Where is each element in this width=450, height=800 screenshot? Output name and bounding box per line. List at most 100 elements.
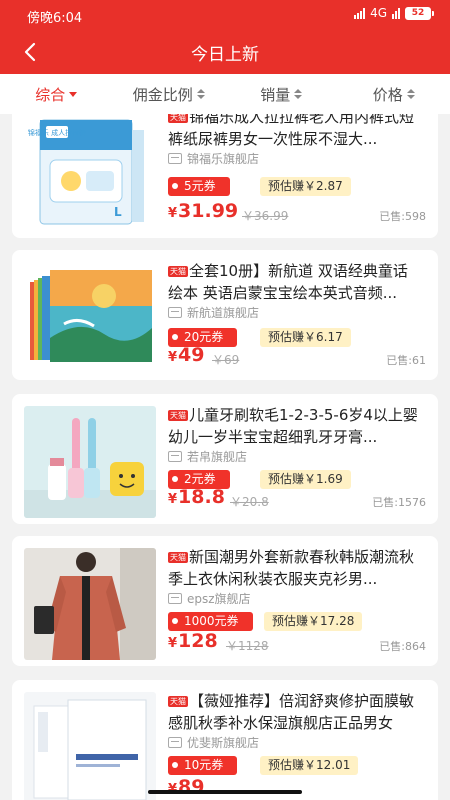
price-row: ¥128 ￥1128 已售:864 [168, 629, 426, 656]
price-value: 31.99 [178, 200, 239, 222]
diaper-pack-image: 锦福乐 成人拉拉裤 L [28, 119, 144, 225]
tmall-badge: 天猫 [168, 696, 188, 707]
product-title: 天猫 锦福乐成人拉拉裤老人用内裤式短裤纸尿裤男女一次性尿不湿大... [168, 114, 422, 150]
shop-icon [168, 593, 182, 604]
price-value: 49 [178, 344, 205, 366]
coupon-badge: 5元券 [168, 177, 230, 196]
price-row: ¥31.99 ￥36.99 已售:598 [168, 199, 426, 226]
home-indicator[interactable] [148, 790, 302, 794]
current-price: ¥89 [168, 775, 205, 800]
product-title-text: 儿童牙刷软毛1-2-3-5-6岁4以上婴幼儿一岁半宝宝超细乳牙牙膏... [168, 406, 418, 446]
tmall-badge: 天猫 [168, 552, 188, 563]
product-card[interactable]: 天猫 全套10册】新航道 双语经典童话绘本 英语启蒙宝宝绘本英式音频... 新航道… [12, 250, 438, 380]
sold-count: 已售:1576 [372, 496, 426, 509]
product-title: 天猫 儿童牙刷软毛1-2-3-5-6岁4以上婴幼儿一岁半宝宝超细乳牙牙膏... [168, 404, 422, 448]
status-icons: 4G 52 [354, 6, 434, 20]
tmall-badge: 天猫 [168, 114, 188, 123]
network-type: 4G [370, 6, 387, 20]
estimate-earn-badge: 预估赚￥12.01 [260, 756, 359, 775]
product-title-text: 全套10册】新航道 双语经典童话绘本 英语启蒙宝宝绘本英式音频... [168, 262, 408, 302]
product-card[interactable]: 天猫 儿童牙刷软毛1-2-3-5-6岁4以上婴幼儿一岁半宝宝超细乳牙牙膏... 若… [12, 394, 438, 524]
product-card[interactable]: 天猫 【薇娅推荐】倍润舒爽修护面膜敏感肌秋季补水保湿旗舰店正品男女 优斐斯旗舰店 … [12, 680, 438, 800]
product-title: 天猫 全套10册】新航道 双语经典童话绘本 英语启蒙宝宝绘本英式音频... [168, 260, 422, 304]
product-title: 天猫 新国潮男外套新款春秋韩版潮流秋季上衣休闲秋装衣服夹克衫男... [168, 546, 422, 590]
sort-tab-label: 佣金比例 [132, 85, 193, 104]
battery-level: 52 [405, 6, 431, 20]
price-value: 89 [178, 776, 205, 798]
product-card[interactable]: 天猫 新国潮男外套新款春秋韩版潮流秋季上衣休闲秋装衣服夹克衫男... epsz旗舰… [12, 536, 438, 666]
shop-name: 优斐斯旗舰店 [168, 734, 418, 751]
product-title: 天猫 【薇娅推荐】倍润舒爽修护面膜敏感肌秋季补水保湿旗舰店正品男女 [168, 690, 422, 734]
book-set-image [24, 262, 156, 374]
signal-icon [354, 7, 366, 19]
status-time: 傍晚6:04 [27, 11, 83, 26]
product-thumbnail [24, 406, 156, 518]
toothbrush-image [24, 406, 156, 518]
sort-arrows-icon [294, 89, 303, 99]
status-bar: 傍晚6:04 4G 52 [0, 0, 450, 30]
sold-count: 已售:864 [379, 640, 426, 653]
price-value: 18.8 [178, 486, 225, 508]
product-thumbnail [24, 548, 156, 660]
price-row: ¥89 [168, 775, 426, 800]
price-row: ¥18.8 ￥20.8 已售:1576 [168, 485, 426, 512]
product-list: 锦福乐 成人拉拉裤 L 天猫 锦福乐成人拉拉裤老人用内裤式短裤纸尿裤男女一次性尿不… [0, 114, 450, 800]
shop-icon [168, 153, 182, 164]
current-price: ¥31.99 [168, 199, 238, 226]
sort-tab-label: 价格 [372, 85, 403, 104]
original-price: ￥1128 [226, 639, 269, 653]
sort-arrows-icon [406, 89, 415, 99]
product-thumbnail: 锦福乐 成人拉拉裤 L [24, 114, 156, 232]
shop-name: 新航道旗舰店 [168, 304, 418, 321]
sort-tab-label: 综合 [35, 85, 66, 104]
shop-name-text: 锦福乐旗舰店 [187, 152, 260, 166]
tmall-badge: 天猫 [168, 410, 188, 421]
price-row: ¥49 ￥69 已售:61 [168, 343, 426, 370]
product-title-text: 锦福乐成人拉拉裤老人用内裤式短裤纸尿裤男女一次性尿不湿大... [168, 114, 415, 148]
sort-tab-label: 销量 [260, 85, 291, 104]
sort-bar: 综合 佣金比例 销量 价格 [0, 74, 450, 114]
original-price: ￥20.8 [230, 495, 269, 509]
current-price: ¥49 [168, 343, 205, 370]
sold-count: 已售:61 [386, 354, 426, 367]
shop-name-text: epsz旗舰店 [187, 592, 251, 606]
current-price: ¥128 [168, 629, 218, 656]
coupon-badge: 10元券 [168, 756, 238, 775]
sort-tab-price[interactable]: 价格 [338, 74, 450, 114]
face-mask-image [24, 692, 156, 800]
currency-symbol: ¥ [168, 206, 178, 221]
product-card[interactable]: 锦福乐 成人拉拉裤 L 天猫 锦福乐成人拉拉裤老人用内裤式短裤纸尿裤男女一次性尿不… [12, 114, 438, 238]
sold-count: 已售:598 [379, 210, 426, 223]
estimate-earn-badge: 预估赚￥1.69 [260, 470, 351, 489]
shop-name: epsz旗舰店 [168, 590, 418, 607]
jacket-image [24, 548, 156, 660]
product-thumbnail [24, 262, 156, 374]
currency-symbol: ¥ [168, 350, 178, 365]
cellular-icon [392, 7, 400, 19]
sort-tab-commission[interactable]: 佣金比例 [113, 74, 226, 114]
caret-down-icon [69, 91, 78, 97]
estimate-earn-badge: 预估赚￥2.87 [260, 177, 351, 196]
price-value: 128 [178, 630, 218, 652]
shop-name-text: 若帛旗舰店 [187, 450, 248, 464]
shop-icon [168, 737, 182, 748]
sort-tab-sales[interactable]: 销量 [225, 74, 338, 114]
nav-header: 今日上新 [0, 30, 450, 74]
product-thumbnail [24, 692, 156, 800]
shop-name: 若帛旗舰店 [168, 448, 418, 465]
shop-name: 锦福乐旗舰店 [168, 150, 418, 167]
thumb-brand-text: 锦福乐 成人拉拉裤 [28, 128, 86, 137]
product-title-text: 【薇娅推荐】倍润舒爽修护面膜敏感肌秋季补水保湿旗舰店正品男女 [168, 692, 415, 732]
original-price: ￥69 [212, 353, 240, 367]
thumb-size-text: L [114, 205, 122, 219]
current-price: ¥18.8 [168, 485, 225, 512]
estimate-earn-badge: 预估赚￥17.28 [264, 612, 363, 631]
currency-symbol: ¥ [168, 492, 178, 507]
shop-icon [168, 307, 182, 318]
shop-name-text: 新航道旗舰店 [187, 306, 260, 320]
sort-tab-comprehensive[interactable]: 综合 [0, 74, 113, 114]
shop-name-text: 优斐斯旗舰店 [187, 736, 260, 750]
page-title: 今日上新 [191, 45, 259, 65]
tmall-badge: 天猫 [168, 266, 188, 277]
original-price: ￥36.99 [242, 209, 289, 223]
